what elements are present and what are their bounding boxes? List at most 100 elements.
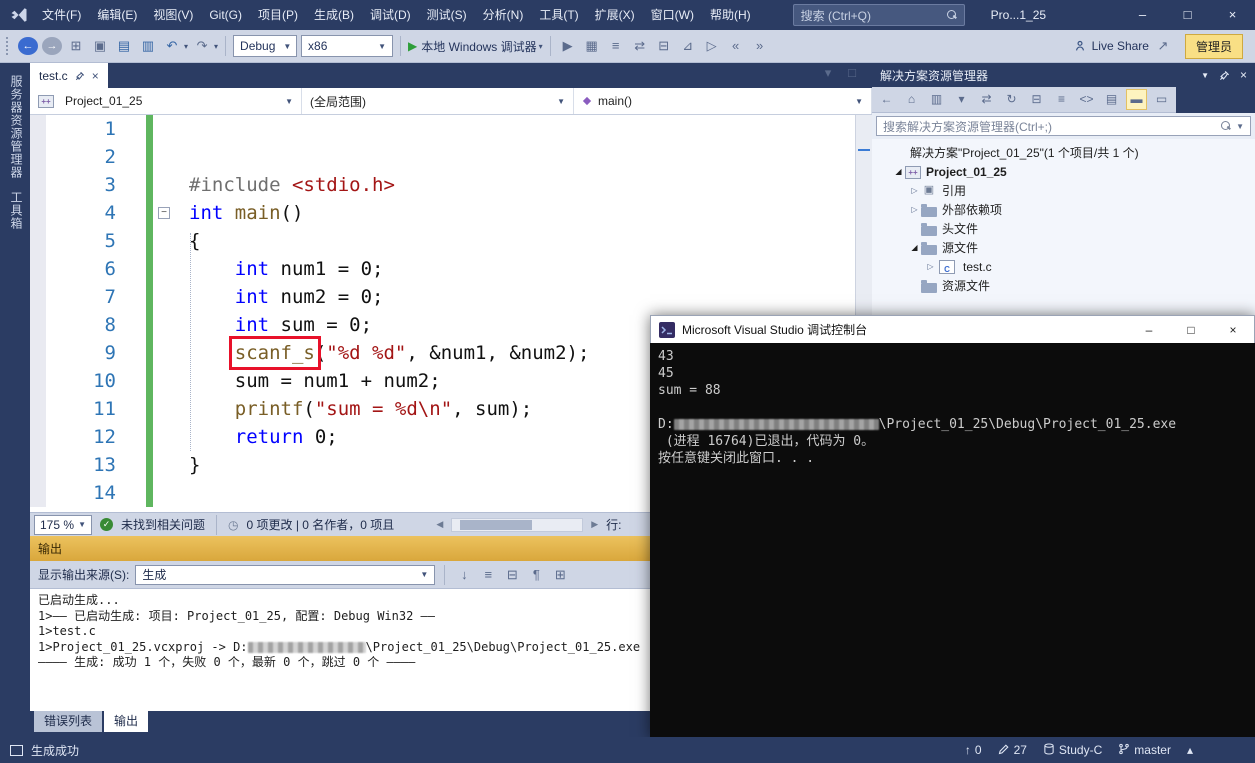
menu-item[interactable]: 分析(N) — [475, 0, 532, 30]
run-tests-icon[interactable]: ⊿ — [678, 36, 698, 56]
breakpoint-margin[interactable] — [30, 143, 46, 171]
menu-item[interactable]: 调试(D) — [362, 0, 419, 30]
menu-item[interactable]: 帮助(H) — [702, 0, 759, 30]
close-button[interactable]: × — [1210, 0, 1255, 30]
output-source-dropdown[interactable]: 生成 ▼ — [135, 565, 435, 585]
live-share-button[interactable]: Live Share — [1073, 39, 1149, 53]
maximize-button[interactable]: □ — [1170, 316, 1212, 344]
document-tab-test-c[interactable]: test.c × — [30, 63, 108, 88]
minimize-button[interactable]: – — [1120, 0, 1165, 30]
preview-selected-items-icon[interactable]: ▬ — [1126, 89, 1147, 110]
chevron-up-icon[interactable]: ▴ — [1187, 743, 1193, 757]
collapse-messages-icon[interactable]: ⊟ — [502, 565, 522, 585]
tree-item[interactable]: ◢Project_01_25 — [872, 162, 1255, 181]
menu-item[interactable]: 项目(P) — [250, 0, 306, 30]
minimize-button[interactable]: – — [1128, 316, 1170, 344]
menu-item[interactable]: 文件(F) — [34, 0, 89, 30]
administrator-badge[interactable]: 管理员 — [1185, 34, 1243, 59]
tree-item[interactable]: 资源文件 — [872, 276, 1255, 295]
redo-icon[interactable]: ↷ — [192, 36, 212, 56]
properties-icon[interactable]: ▤ — [1101, 90, 1122, 109]
pending-edits-counter[interactable]: 27 — [998, 743, 1027, 758]
repository-name[interactable]: Study-C — [1043, 743, 1102, 758]
codelens-status[interactable]: 0 项更改 | 0 名作者，0 项且 — [247, 516, 395, 533]
navigate-forward-icon[interactable]: → — [42, 37, 62, 55]
tree-item[interactable]: ▷引用 — [872, 181, 1255, 200]
share-icon[interactable]: ↗ — [1153, 36, 1173, 56]
undo-icon[interactable]: ↶ — [162, 36, 182, 56]
view-code-icon[interactable]: <> — [1076, 90, 1097, 109]
toggle-autoscroll-icon[interactable]: ⊞ — [550, 565, 570, 585]
debug-target-caret-icon[interactable]: ▾ — [539, 42, 543, 51]
expand-arrow-icon[interactable]: ▷ — [908, 205, 921, 214]
menu-item[interactable]: 测试(S) — [419, 0, 475, 30]
project-dropdown[interactable]: Project_01_25 ▼ — [30, 88, 302, 114]
menu-item[interactable]: Git(G) — [201, 0, 250, 30]
member-dropdown[interactable]: main() ▼ — [574, 88, 872, 114]
save-all-icon[interactable]: ▥ — [138, 36, 158, 56]
collapse-region-icon[interactable]: ⊟ — [654, 36, 674, 56]
menu-item[interactable]: 工具(T) — [531, 0, 586, 30]
chevron-down-icon[interactable]: ▼ — [1236, 122, 1244, 131]
dropdown-caret-icon[interactable]: ▾ — [214, 42, 218, 51]
breakpoint-margin[interactable] — [30, 171, 46, 199]
switch-header-source-icon[interactable]: ⇄ — [630, 36, 650, 56]
horizontal-scrollbar[interactable] — [451, 518, 583, 532]
horizontal-scrollbar-thumb[interactable] — [460, 520, 532, 530]
dropdown-caret-icon[interactable]: ▾ — [184, 42, 188, 51]
track-active-item-icon[interactable]: ▭ — [1151, 90, 1172, 109]
pushes-counter[interactable]: ↑0 — [965, 743, 982, 757]
console-title-bar[interactable]: Microsoft Visual Studio 调试控制台 – □ × — [650, 315, 1255, 343]
uncomment-icon[interactable]: » — [750, 36, 770, 56]
collapse-all-icon[interactable]: ⊟ — [1026, 90, 1047, 109]
breakpoint-margin[interactable] — [30, 227, 46, 255]
panel-tab-output[interactable]: 输出 — [104, 711, 148, 732]
tree-item[interactable]: 解决方案"Project_01_25"(1 个项目/共 1 个) — [872, 143, 1255, 162]
sync-with-active-document-icon[interactable]: ⇄ — [976, 90, 997, 109]
close-button[interactable]: × — [1212, 316, 1254, 344]
close-panel-icon[interactable]: × — [1240, 68, 1247, 82]
menu-item[interactable]: 视图(V) — [145, 0, 201, 30]
refresh-icon[interactable]: ↻ — [1001, 90, 1022, 109]
document-list-icon[interactable]: ▾ — [818, 63, 838, 83]
navigate-back-icon[interactable]: ← — [18, 37, 38, 55]
sidebar-tab-server-explorer[interactable]: 服务器资源管理器 — [8, 75, 25, 179]
tree-item[interactable]: ▷外部依赖项 — [872, 200, 1255, 219]
start-debugging-icon[interactable]: ▶ — [408, 39, 417, 53]
breakpoint-margin[interactable] — [30, 479, 46, 507]
debug-target-button[interactable]: 本地 Windows 调试器 — [421, 38, 536, 55]
comment-icon[interactable]: « — [726, 36, 746, 56]
line-operations-icon[interactable]: ≡ — [606, 36, 626, 56]
menu-item[interactable]: 编辑(E) — [89, 0, 145, 30]
save-icon[interactable]: ▤ — [114, 36, 134, 56]
word-wrap-icon[interactable]: ¶ — [526, 565, 546, 585]
tree-item[interactable]: 头文件 — [872, 219, 1255, 238]
views-dropdown-icon[interactable]: ▾ — [951, 90, 972, 109]
menu-item[interactable]: 生成(B) — [306, 0, 362, 30]
tree-item[interactable]: ◢源文件 — [872, 238, 1255, 257]
window-position-icon[interactable]: □ — [842, 63, 862, 83]
breakpoint-margin[interactable] — [30, 423, 46, 451]
collapse-arrow-icon[interactable]: ◢ — [892, 167, 905, 176]
sidebar-tab-toolbox[interactable]: 工具箱 — [8, 191, 25, 230]
maximize-button[interactable]: □ — [1165, 0, 1210, 30]
platform-dropdown[interactable]: x86 ▼ — [301, 35, 393, 57]
breakpoint-margin[interactable] — [30, 199, 46, 227]
breakpoint-margin[interactable] — [30, 367, 46, 395]
scope-dropdown[interactable]: (全局范围) ▼ — [302, 88, 574, 114]
branch-name[interactable]: master — [1118, 743, 1171, 758]
breakpoint-margin[interactable] — [30, 451, 46, 479]
expand-arrow-icon[interactable]: ▷ — [924, 262, 937, 271]
switch-views-icon[interactable]: ▥ — [926, 90, 947, 109]
expand-arrow-icon[interactable]: ▷ — [908, 186, 921, 195]
panel-tab-error-list[interactable]: 错误列表 — [34, 711, 102, 732]
scroll-right-icon[interactable]: ▶ — [591, 519, 598, 530]
collapse-toggle-icon[interactable]: − — [158, 207, 170, 219]
breakpoint-margin[interactable] — [30, 283, 46, 311]
message-list-icon[interactable]: ≡ — [478, 565, 498, 585]
solution-configurations-icon[interactable]: ▦ — [582, 36, 602, 56]
pin-icon[interactable] — [75, 71, 85, 81]
menu-item[interactable]: 窗口(W) — [643, 0, 702, 30]
solution-explorer-header[interactable]: 解决方案资源管理器 ▼ × — [872, 63, 1255, 87]
new-project-icon[interactable]: ⊞ — [66, 36, 86, 56]
